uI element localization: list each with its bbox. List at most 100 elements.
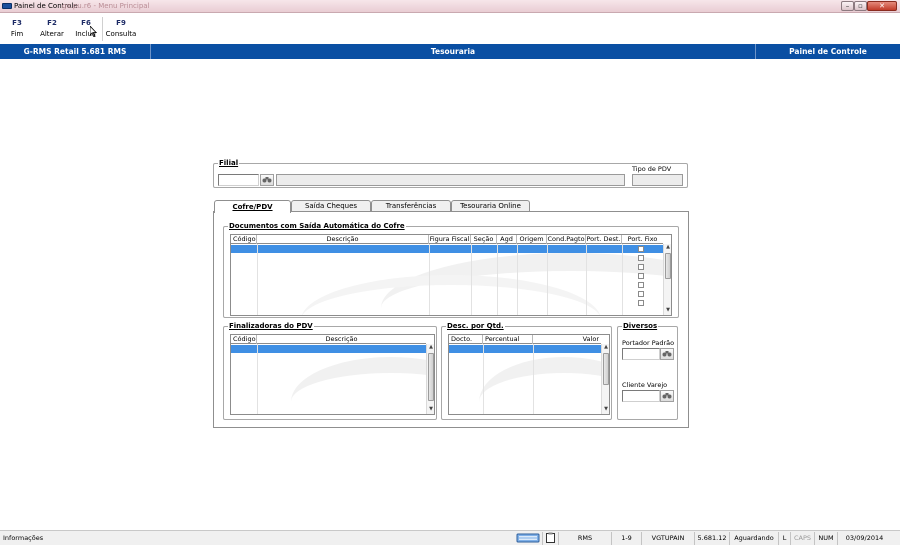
status-message: Informações	[3, 534, 44, 542]
col-codigo[interactable]: Código	[231, 335, 257, 344]
background-swoosh	[301, 275, 601, 315]
col-port-fixo[interactable]: Port. Fixo	[622, 235, 663, 244]
port-fixo-checkbox[interactable]	[638, 264, 644, 270]
binoculars-icon	[662, 392, 672, 401]
status-state: Aguardando	[729, 532, 778, 545]
finalizadoras-group: Finalizadoras do PDV Código Descrição ▲ …	[223, 322, 437, 420]
background-swoosh	[381, 253, 671, 315]
clipboard-icon[interactable]	[542, 532, 558, 545]
tab-tesouraria-online[interactable]: Tesouraria Online	[451, 200, 530, 211]
tab-transferencias-label: Transferências	[385, 202, 437, 210]
port-fixo-checkbox[interactable]	[638, 282, 644, 288]
diversos-group: Diversos Portador Padrão Cliente Varejo	[617, 322, 678, 420]
status-version: 5.681.12	[694, 532, 729, 545]
tipo-pdv-field	[632, 174, 683, 186]
port-fixo-checkbox[interactable]	[638, 300, 644, 306]
scroll-up-icon[interactable]: ▲	[602, 344, 609, 351]
desconto-scrollbar[interactable]: ▲ ▼	[601, 344, 609, 414]
scroll-down-icon[interactable]: ▼	[602, 406, 609, 413]
selected-row[interactable]	[449, 345, 601, 353]
filial-name-field	[276, 174, 625, 186]
grid-line	[483, 344, 484, 414]
port-fixo-checkbox[interactable]	[638, 246, 644, 252]
fim-label: Fim	[10, 30, 24, 38]
documentos-grid[interactable]: Código Descrição Figura Fiscal Seção Agd…	[230, 234, 672, 316]
close-button[interactable]: ✕	[867, 1, 897, 11]
col-agd[interactable]: Agd	[497, 235, 517, 244]
status-caps: CAPS	[790, 532, 814, 545]
filial-label: Filial	[218, 159, 240, 168]
consulta-button[interactable]: F9 Consulta	[104, 13, 138, 43]
selected-row[interactable]	[231, 245, 663, 253]
maximize-button[interactable]: ▫	[854, 1, 867, 11]
filial-code-input[interactable]	[218, 174, 259, 186]
portador-search-button[interactable]	[660, 348, 674, 360]
background-swoosh	[479, 357, 609, 414]
cliente-varejo-input[interactable]	[622, 390, 660, 402]
fim-button[interactable]: F3 Fim	[4, 13, 30, 43]
scroll-down-icon[interactable]: ▼	[427, 406, 434, 413]
scroll-down-icon[interactable]: ▼	[664, 307, 671, 314]
minimize-button[interactable]: –	[841, 1, 854, 11]
binoculars-icon	[662, 350, 672, 359]
col-port-dest[interactable]: Port. Dest.	[586, 235, 622, 244]
status-lock: L	[778, 532, 790, 545]
col-percentual[interactable]: Percentual	[483, 335, 533, 344]
status-num: NUM	[814, 532, 837, 545]
selected-row[interactable]	[231, 345, 426, 353]
keyboard-icon[interactable]	[514, 532, 542, 545]
desconto-header: Docto. Percentual Valor	[449, 335, 601, 344]
grid-line	[471, 244, 472, 315]
desconto-group: Desc. por Qtd. Docto. Percentual Valor ▲…	[441, 322, 612, 420]
tipo-pdv-label: Tipo de PDV	[632, 165, 672, 173]
status-bar: Informações RMS 1-9 VGTUPAIN 5.681.12 Ag…	[0, 530, 900, 545]
mouse-cursor-icon	[89, 24, 98, 40]
col-docto[interactable]: Docto.	[449, 335, 483, 344]
module-name: Tesouraria	[151, 44, 756, 59]
portador-padrao-input[interactable]	[622, 348, 660, 360]
documentos-scrollbar[interactable]: ▲ ▼	[663, 244, 671, 315]
scroll-up-icon[interactable]: ▲	[664, 244, 671, 251]
module-header: G-RMS Retail 5.681 RMS Tesouraria Painel…	[0, 44, 900, 59]
port-fixo-checkbox[interactable]	[638, 255, 644, 261]
col-secao[interactable]: Seção	[471, 235, 497, 244]
status-range: 1-9	[611, 532, 641, 545]
col-codigo[interactable]: Código	[231, 235, 257, 244]
window-ghost-title: go.pu.r6 - Menu Principal	[62, 2, 150, 10]
scroll-thumb[interactable]	[665, 253, 671, 279]
consulta-label: Consulta	[105, 30, 137, 38]
desconto-title: Desc. por Qtd.	[446, 322, 505, 331]
grid-line	[429, 244, 430, 315]
cliente-search-button[interactable]	[660, 390, 674, 402]
app-logo-icon	[2, 3, 12, 9]
cliente-varejo-label: Cliente Varejo	[622, 381, 668, 389]
scroll-thumb[interactable]	[428, 353, 434, 401]
col-figura-fiscal[interactable]: Figura Fiscal	[429, 235, 471, 244]
tab-cofre-pdv[interactable]: Cofre/PDV	[214, 200, 291, 213]
grid-line	[547, 244, 548, 315]
col-descricao[interactable]: Descrição	[257, 235, 429, 244]
finalizadoras-scrollbar[interactable]: ▲ ▼	[426, 344, 434, 414]
scroll-up-icon[interactable]: ▲	[427, 344, 434, 351]
port-fixo-checkbox[interactable]	[638, 273, 644, 279]
toolbar: F3 Fim F2 Alterar F6 Incluir F9 Consulta	[0, 13, 900, 43]
tab-transferencias[interactable]: Transferências	[371, 200, 451, 211]
finalizadoras-grid[interactable]: Código Descrição ▲ ▼	[230, 334, 435, 415]
col-valor[interactable]: Valor	[533, 335, 601, 344]
grid-line	[533, 344, 534, 414]
desconto-grid[interactable]: Docto. Percentual Valor ▲ ▼	[448, 334, 610, 415]
tab-saida-cheques[interactable]: Saída Cheques	[291, 200, 371, 211]
filial-search-button[interactable]	[260, 174, 274, 186]
grid-line	[257, 344, 258, 414]
port-fixo-checkbox[interactable]	[638, 291, 644, 297]
diversos-title: Diversos	[622, 322, 659, 331]
col-cond-pagto[interactable]: Cond.Pagto	[547, 235, 586, 244]
alterar-label: Alterar	[40, 30, 64, 38]
col-descricao[interactable]: Descrição	[257, 335, 426, 344]
consulta-key: F9	[116, 19, 126, 27]
grid-line	[497, 244, 498, 315]
col-origem[interactable]: Origem	[517, 235, 547, 244]
scroll-thumb[interactable]	[603, 353, 609, 385]
portador-padrao-label: Portador Padrão	[622, 339, 675, 347]
alterar-button[interactable]: F2 Alterar	[36, 13, 68, 43]
